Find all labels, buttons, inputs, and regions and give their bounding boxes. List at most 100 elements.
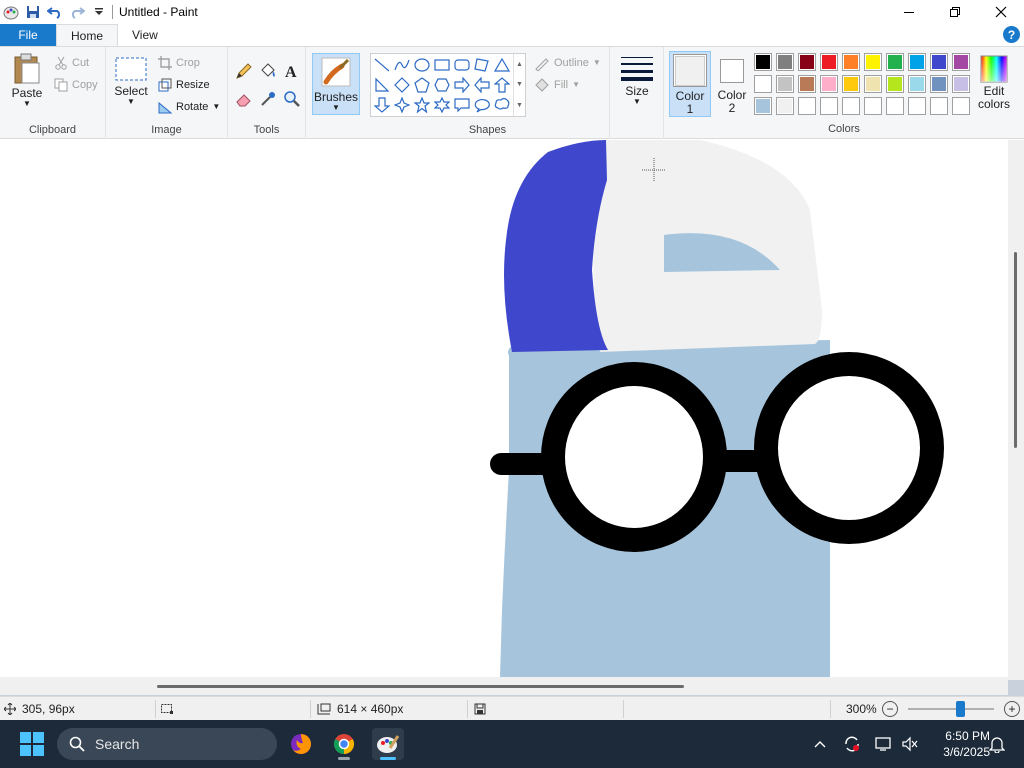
vertical-scroll-thumb[interactable] bbox=[1014, 252, 1017, 448]
cut-button[interactable]: Cut bbox=[54, 53, 89, 73]
paint-taskbar-icon[interactable] bbox=[372, 728, 404, 760]
palette-swatch[interactable] bbox=[842, 75, 860, 93]
zoom-in-button[interactable]: + bbox=[1004, 701, 1020, 717]
palette-swatch[interactable] bbox=[908, 97, 926, 115]
color2-button[interactable]: Color 2 bbox=[715, 55, 749, 115]
select-button[interactable]: Select ▼ bbox=[114, 57, 148, 106]
volume-muted-icon[interactable] bbox=[898, 720, 922, 768]
fill-button[interactable]: Fill ▼ bbox=[534, 75, 580, 95]
shape-right-triangle-icon[interactable] bbox=[373, 76, 391, 94]
crop-button[interactable]: Crop bbox=[158, 53, 200, 73]
palette-swatch[interactable] bbox=[798, 53, 816, 71]
zoom-slider-thumb[interactable] bbox=[956, 701, 965, 717]
shape-cloud-callout-icon[interactable] bbox=[493, 96, 511, 114]
windows-start-icon[interactable] bbox=[20, 732, 44, 756]
palette-swatch[interactable] bbox=[952, 75, 970, 93]
show-hidden-icons-chevron-up-icon[interactable] bbox=[808, 720, 832, 768]
zoom-slider-track[interactable] bbox=[908, 708, 994, 710]
network-icon[interactable] bbox=[872, 720, 896, 768]
fill-bucket-icon[interactable] bbox=[258, 61, 278, 81]
rotate-button[interactable]: Rotate ▼ bbox=[158, 97, 220, 117]
paint-app-icon[interactable] bbox=[2, 3, 20, 21]
palette-swatch[interactable] bbox=[820, 75, 838, 93]
undo-icon[interactable] bbox=[46, 3, 64, 21]
shape-six-point-star-icon[interactable] bbox=[433, 96, 451, 114]
shape-curve-icon[interactable] bbox=[393, 56, 411, 74]
drawing-canvas[interactable] bbox=[0, 140, 1008, 677]
shape-oval-icon[interactable] bbox=[413, 56, 431, 74]
palette-swatch[interactable] bbox=[754, 53, 772, 71]
palette-swatch[interactable] bbox=[930, 97, 948, 115]
tab-home[interactable]: Home bbox=[56, 24, 119, 46]
gallery-up-icon[interactable]: ▲ bbox=[516, 61, 523, 68]
shape-diamond-icon[interactable] bbox=[393, 76, 411, 94]
shape-four-point-star-icon[interactable] bbox=[393, 96, 411, 114]
shape-line-icon[interactable] bbox=[373, 56, 391, 74]
palette-swatch[interactable] bbox=[820, 53, 838, 71]
palette-swatch[interactable] bbox=[886, 53, 904, 71]
zoom-out-button[interactable]: − bbox=[882, 701, 898, 717]
shape-five-point-star-icon[interactable] bbox=[413, 96, 431, 114]
chrome-app-icon[interactable] bbox=[328, 728, 360, 760]
taskbar-search[interactable]: Search bbox=[57, 728, 277, 760]
help-icon[interactable]: ? bbox=[1003, 26, 1020, 43]
palette-swatch[interactable] bbox=[908, 75, 926, 93]
close-icon[interactable] bbox=[978, 0, 1024, 24]
eraser-icon[interactable] bbox=[234, 89, 254, 109]
palette-swatch[interactable] bbox=[842, 97, 860, 115]
horizontal-scroll-thumb[interactable] bbox=[157, 685, 684, 688]
shape-hexagon-icon[interactable] bbox=[433, 76, 451, 94]
palette-swatch[interactable] bbox=[930, 53, 948, 71]
shape-up-arrow-icon[interactable] bbox=[493, 76, 511, 94]
shape-pentagon-icon[interactable] bbox=[413, 76, 431, 94]
redo-icon[interactable] bbox=[68, 3, 86, 21]
save-icon[interactable] bbox=[24, 3, 42, 21]
shape-rectangle-icon[interactable] bbox=[433, 56, 451, 74]
shape-triangle-icon[interactable] bbox=[493, 56, 511, 74]
tab-view[interactable]: View bbox=[118, 24, 172, 46]
brushes-button[interactable]: Brushes ▼ bbox=[312, 53, 360, 115]
shapes-gallery-scroll[interactable]: ▲ ▼ ▼ bbox=[513, 54, 525, 116]
palette-swatch[interactable] bbox=[842, 53, 860, 71]
clock[interactable]: 6:50 PM 3/6/2025 bbox=[924, 728, 990, 760]
paste-button[interactable]: Paste ▼ bbox=[8, 53, 46, 108]
palette-swatch[interactable] bbox=[864, 53, 882, 71]
size-button[interactable]: Size ▼ bbox=[620, 55, 654, 106]
palette-swatch[interactable] bbox=[908, 53, 926, 71]
shape-rounded-rectangle-icon[interactable] bbox=[453, 56, 471, 74]
palette-swatch[interactable] bbox=[886, 75, 904, 93]
color-picker-icon[interactable] bbox=[258, 89, 278, 109]
palette-swatch[interactable] bbox=[886, 97, 904, 115]
sync-status-icon[interactable] bbox=[840, 720, 864, 768]
palette-swatch[interactable] bbox=[864, 75, 882, 93]
shape-left-arrow-icon[interactable] bbox=[473, 76, 491, 94]
magnifier-icon[interactable] bbox=[282, 89, 302, 109]
edit-colors-button[interactable]: Edit colors bbox=[976, 55, 1012, 111]
shape-rect-callout-icon[interactable] bbox=[453, 96, 471, 114]
customize-quick-access-icon[interactable] bbox=[90, 3, 108, 21]
shape-oval-callout-icon[interactable] bbox=[473, 96, 491, 114]
outline-button[interactable]: Outline ▼ bbox=[534, 53, 601, 73]
copy-button[interactable]: Copy bbox=[54, 75, 98, 95]
palette-swatch[interactable] bbox=[798, 75, 816, 93]
notifications-bell-icon[interactable] bbox=[986, 720, 1008, 768]
resize-button[interactable]: Resize bbox=[158, 75, 210, 95]
palette-swatch[interactable] bbox=[820, 97, 838, 115]
palette-swatch[interactable] bbox=[930, 75, 948, 93]
palette-swatch[interactable] bbox=[798, 97, 816, 115]
shape-down-arrow-icon[interactable] bbox=[373, 96, 391, 114]
palette-swatch[interactable] bbox=[754, 97, 772, 115]
firefox-app-icon[interactable] bbox=[285, 728, 317, 760]
pencil-icon[interactable] bbox=[234, 61, 254, 81]
minimize-icon[interactable] bbox=[886, 0, 932, 24]
tab-file[interactable]: File bbox=[0, 24, 56, 46]
palette-swatch[interactable] bbox=[776, 75, 794, 93]
palette-swatch[interactable] bbox=[952, 97, 970, 115]
palette-swatch[interactable] bbox=[776, 97, 794, 115]
maximize-icon[interactable] bbox=[932, 0, 978, 24]
palette-swatch[interactable] bbox=[776, 53, 794, 71]
vertical-scrollbar[interactable] bbox=[1008, 140, 1024, 680]
palette-swatch[interactable] bbox=[864, 97, 882, 115]
gallery-more-icon[interactable]: ▼ bbox=[516, 102, 523, 109]
text-icon[interactable]: A bbox=[282, 61, 302, 81]
